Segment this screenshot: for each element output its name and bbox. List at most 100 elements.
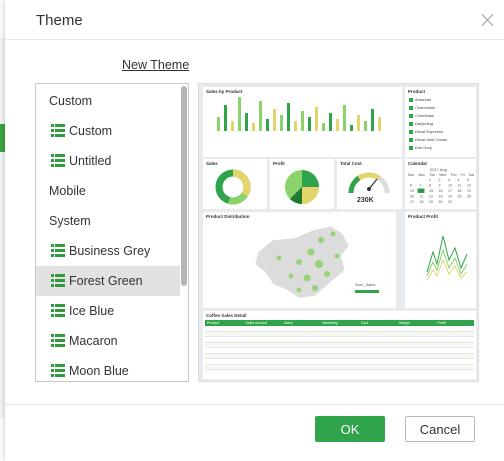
calendar-day: 14 [420,189,424,193]
preview-profit-panel: Profit [270,159,334,209]
new-theme-link[interactable]: New Theme [122,58,189,72]
preview-distribution-panel: Product Distribution Sum_Sales [203,212,396,308]
theme-icon [51,124,65,138]
calendar-day: 12 [467,184,471,188]
preview-bar [364,121,367,131]
theme-item-label: Moon Blue [69,364,129,378]
calendar-day: 23 [439,195,443,199]
theme-icon [51,304,65,318]
preview-bar [287,103,290,131]
preview-bar [329,113,332,131]
theme-item[interactable]: Untitled [36,146,180,176]
calendar-day: 30 [439,200,443,204]
preview-product-filter-item: Darjeeling [409,121,433,126]
calendar-day: 1 [429,178,431,182]
checkbox-icon [409,113,413,118]
theme-item-label: Custom [69,124,113,138]
preview-product-panel: Product Amaretto Chamomile Colombian Darjee… [405,87,476,157]
theme-item-label: Business Grey [69,244,151,258]
preview-bar-chart [217,97,381,131]
preview-bar [245,113,248,131]
theme-item-label: Forest Green [69,274,143,288]
theme-item[interactable]: Custom [36,116,180,146]
preview-bar [308,117,311,131]
theme-item[interactable]: Macaron [36,326,180,356]
dialog-footer-divider [5,404,504,405]
calendar-day: 9 [439,184,441,188]
calendar-day: 19 [467,189,471,193]
theme-item-label: Custom [49,94,93,108]
calendar-day: 10 [448,184,452,188]
preview-bar [336,119,339,131]
dialog-title: Theme [36,12,83,29]
theme-item-label: Macaron [69,334,118,348]
theme-icon [51,364,65,378]
calendar-day: 11 [458,184,462,188]
preview-product-profit-panel: Product Profit [405,212,476,308]
preview-bar [294,121,297,131]
calendar-day: 28 [420,200,424,204]
theme-icon [51,334,65,348]
preview-product-filter-label: Darjeeling [415,121,434,126]
preview-product-title: Product [408,89,426,94]
preview-sales-by-product-panel: Sales by Product [203,87,402,157]
theme-dialog: Theme New Theme Custom Custom Untitled Mobi… [5,0,504,461]
checkbox-icon [409,121,413,126]
preview-bar [343,105,346,131]
preview-bar [259,101,262,131]
preview-calendar-panel: Calendar 2017 Aug Sun Mon Tue Wed Thu Fri Sat … [405,159,476,209]
preview-bar [301,111,304,131]
theme-preview: Sales by Product Product Amaretto Chamomi… [198,83,479,382]
preview-bar [371,109,374,131]
calendar-day: 29 [429,200,433,204]
checkbox-icon [409,97,413,102]
preview-map-legend: Sum_Sales [355,282,376,287]
preview-profit-pie [285,170,319,204]
preview-product-filter-item: Decaf Irish Cream [409,137,447,142]
calendar-day: 3 [448,178,450,182]
preview-product-filter-label: Decaf Espresso [415,129,444,134]
theme-item-label: System [49,214,91,228]
theme-group-header: Mobile [36,176,180,206]
cancel-button[interactable]: Cancel [405,416,475,442]
calendar-day: 17 [448,189,452,193]
theme-list-scrollbar[interactable] [181,86,187,286]
preview-map [254,225,379,299]
calendar-day: 4 [458,178,460,182]
preview-bar [378,117,381,131]
theme-item[interactable]: Forest Green [36,266,180,296]
checkbox-icon [409,137,413,142]
preview-bar [273,109,276,131]
preview-sales-donut [215,169,251,205]
ok-button[interactable]: OK [315,416,385,442]
calendar-day: 2 [439,178,441,182]
preview-product-filter-label: Chamomile [415,105,436,110]
theme-item[interactable]: Business Grey [36,236,180,266]
preview-product-filter-label: Earl Grey [415,145,432,150]
preview-calendar-grid: 1 2 3 4 56 7 8 9 10 11 1213 14 15 16 17 18 1920 21 22 23 24 2… [410,178,471,204]
theme-item-label: Untitled [69,154,112,168]
preview-bar [231,121,234,131]
theme-item[interactable]: Ice Blue [36,296,180,326]
preview-table-title: Coffee Sales Detail [206,313,247,318]
preview-product-filter-item: Chamomile [409,105,435,110]
calendar-day: 27 [410,200,414,204]
theme-item-label: Ice Blue [69,304,115,318]
theme-list[interactable]: Custom Custom Untitled Mobile System Business… [35,83,189,382]
preview-bar [357,115,360,131]
preview-bar [322,123,325,131]
calendar-day: 16 [439,189,443,193]
preview-table-row [205,364,474,370]
preview-gauge-value: 230K [357,197,374,204]
theme-item[interactable]: Moon Blue [36,356,180,381]
calendar-day: 21 [420,195,424,199]
calendar-day: 6 [410,184,412,188]
dialog-title-bar: Theme [5,0,504,40]
preview-bar [350,125,353,131]
preview-line-chart [426,235,468,281]
checkbox-icon [409,105,413,110]
close-icon[interactable] [480,12,496,28]
calendar-day: 25 [458,195,462,199]
calendar-day: 8 [429,184,431,188]
calendar-day: 15 [429,189,433,193]
